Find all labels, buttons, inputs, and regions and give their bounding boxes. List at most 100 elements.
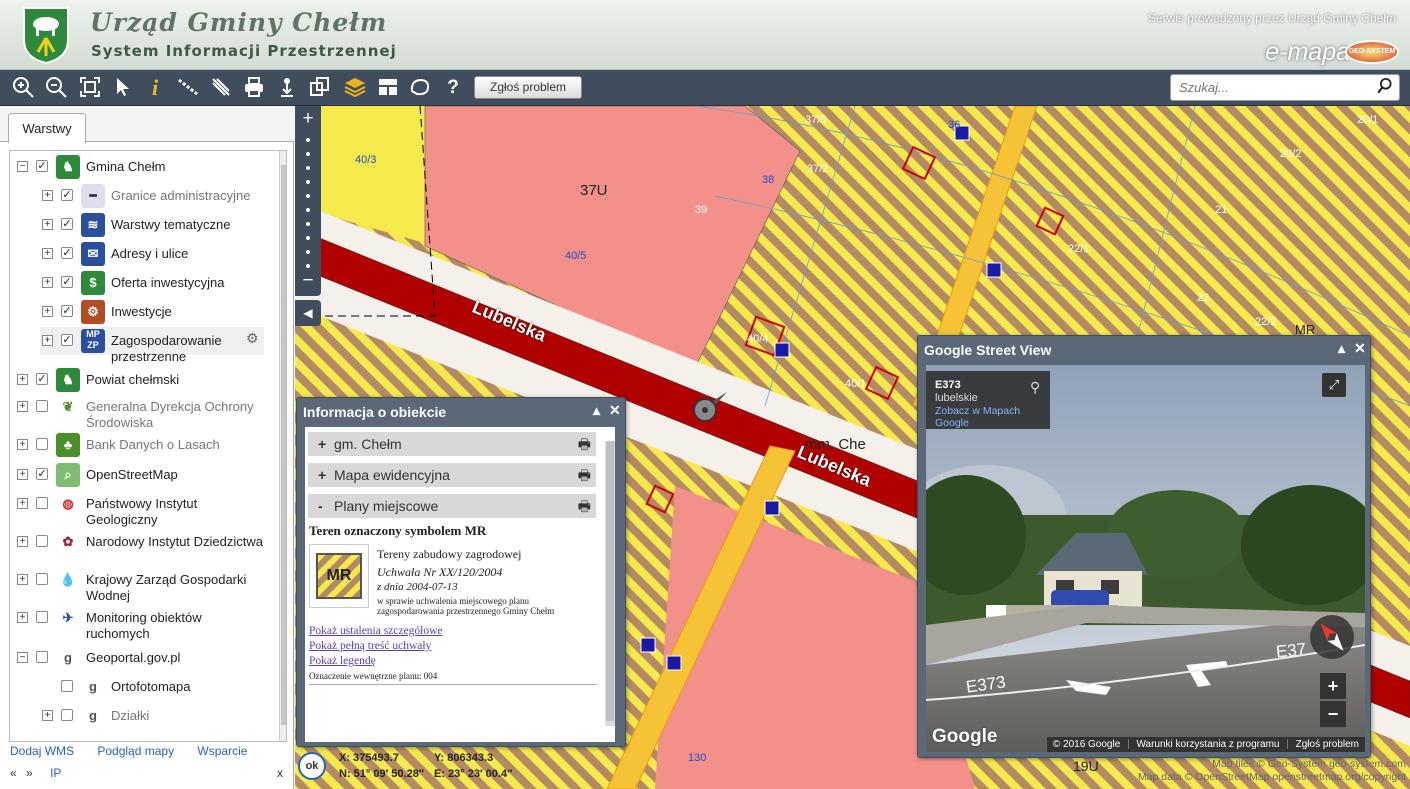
fullscreen-icon[interactable]: ⤢ [1322,373,1346,397]
zoom-levels[interactable] [295,138,321,268]
print-icon[interactable]: 🖶 [578,494,591,518]
tab-warstwy[interactable]: Warstwy [8,113,86,143]
layer-checkbox[interactable] [61,709,73,721]
layer-checkbox[interactable]: ✓ [36,160,48,172]
minimize-icon[interactable]: ▴ [593,402,600,419]
layer-row[interactable]: + g Działki [10,702,270,730]
sv-zoom-out-button[interactable]: − [1320,701,1346,727]
identify-icon[interactable] [274,75,300,101]
measure-distance-icon[interactable] [175,75,201,101]
print-icon[interactable] [241,75,267,101]
layer-checkbox[interactable]: ✓ [61,334,73,346]
expand-toggle[interactable]: + [17,536,28,547]
layer-row[interactable]: − g Geoportal.gov.pl [10,644,270,672]
layer-checkbox[interactable] [61,680,73,692]
ok-button[interactable]: ok [298,752,326,780]
terms-link[interactable]: Warunki korzystania z programu [1136,739,1279,750]
layer-row[interactable]: + ◍ Państwowy Instytut Geologiczny [10,490,270,527]
street-view-image[interactable]: E373 lubelskie Zobacz w Mapach Google ⚲ … [926,365,1365,752]
ip-link[interactable]: IP [50,766,61,780]
zoom-in-icon[interactable] [10,75,36,101]
search-icon[interactable] [1376,77,1394,100]
layer-checkbox[interactable]: ✓ [36,468,48,480]
expand-toggle[interactable]: + [42,335,53,346]
print-icon[interactable]: 🖶 [578,463,591,487]
add-wms-link[interactable]: Dodaj WMS [10,744,74,758]
expand-toggle[interactable]: + [42,190,53,201]
layer-checkbox[interactable]: ✓ [61,276,73,288]
report-link[interactable]: Zgłoś problem [1296,739,1359,750]
collapse-sidebar-button[interactable]: ◀ [295,300,321,326]
layout-icon[interactable] [375,75,401,101]
pointer-icon[interactable] [110,75,136,101]
layer-checkbox[interactable]: ✓ [61,189,73,201]
close-icon[interactable]: ✕ [609,402,621,419]
layer-row[interactable]: + ❦ Generalna Dyrekcja Ochrony Środowiska [10,393,270,430]
expand-toggle[interactable]: + [42,710,53,721]
layer-row[interactable]: + ✓ $ Oferta inwestycyjna [10,269,270,297]
geo-system-badge[interactable]: GEO-SYSTEM [1345,40,1399,64]
print-icon[interactable]: 🖶 [578,432,591,456]
minimize-icon[interactable]: ▴ [1338,340,1345,357]
map-pin-icon[interactable]: ⚲ [1030,379,1040,396]
tiles-copyright[interactable]: Map tiles © Geo-System geo-system.com [1138,758,1406,771]
expand-toggle[interactable]: + [42,219,53,230]
draw-icon[interactable] [407,75,433,101]
layer-checkbox[interactable]: ✓ [61,218,73,230]
expand-toggle[interactable]: + [17,498,28,509]
layer-row[interactable]: + ✿ Narodowy Instytut Dziedzictwa [10,528,270,556]
layer-row[interactable]: + ✓ ⚙ Inwestycje [10,298,270,326]
expand-toggle[interactable]: + [17,469,28,480]
compass-icon[interactable] [1309,615,1355,661]
data-copyright[interactable]: Map data © OpenStreetMap openstreetmap.o… [1138,771,1406,784]
info-scrollbar[interactable] [605,441,615,726]
layer-checkbox[interactable] [36,611,48,623]
measure-area-icon[interactable] [208,75,234,101]
sv-zoom-in-button[interactable]: + [1320,673,1346,699]
close-icon[interactable]: ✕ [1354,340,1366,357]
layer-row[interactable]: + ✈ Monitoring obiektów ruchomych [10,604,270,641]
layer-checkbox[interactable] [36,535,48,547]
sidebar-close-button[interactable]: x [277,766,283,780]
layer-checkbox[interactable] [36,651,48,663]
layer-row[interactable]: + ✓ ♞ Powiat chełmski [10,366,270,394]
zoom-extent-icon[interactable] [77,75,103,101]
expand-toggle[interactable]: + [42,306,53,317]
layer-row[interactable]: + ♣ Bank Danych o Lasach [10,431,270,459]
expand-toggle[interactable]: − [17,161,28,172]
prev-nav[interactable]: « [10,766,17,780]
map-preview-link[interactable]: Podgląd mapy [97,744,174,758]
layer-checkbox[interactable] [36,400,48,412]
layer-checkbox[interactable]: ✓ [61,247,73,259]
layer-checkbox[interactable] [36,497,48,509]
expand-toggle[interactable]: + [42,277,53,288]
scrollbar-thumb[interactable] [281,165,286,725]
layer-row[interactable]: + ✓ ✉ Adresy i ulice [10,240,270,268]
section-gm-chelm[interactable]: + gm. Chełm 🖶 [308,432,596,456]
map-zoom-out-button[interactable]: − [295,270,321,292]
show-resolution-link[interactable]: Pokaż pełną treść uchwały [309,640,431,652]
expand-toggle[interactable]: + [17,574,28,585]
next-nav[interactable]: » [26,766,33,780]
layer-row[interactable]: + ✓ ⌕ OpenStreetMap [10,461,270,489]
report-problem-button[interactable]: Zgłoś problem [474,76,582,99]
open-in-maps-link[interactable]: Zobacz w Mapach Google [935,405,1031,429]
show-legend-link[interactable]: Pokaż legendę [309,655,376,667]
expand-toggle[interactable]: + [17,374,28,385]
copy-icon[interactable] [307,75,333,101]
layer-checkbox[interactable] [36,438,48,450]
search-input[interactable] [1171,75,1361,100]
map-zoom-in-button[interactable]: + [295,108,321,130]
layer-row[interactable]: + 💧 Krajowy Zarząd Gospodarki Wodnej [10,566,270,603]
layer-row[interactable]: + ✓ MP ZP Zagospodarowanie przestrzenne ⚙ [40,327,264,364]
expand-toggle[interactable]: + [17,439,28,450]
layer-checkbox[interactable]: ✓ [36,373,48,385]
layers-icon[interactable] [342,75,368,101]
zoom-out-icon[interactable] [43,75,69,101]
layer-row[interactable]: + ✓ ≋ Warstwy tematyczne [10,211,270,239]
show-details-link[interactable]: Pokaż ustalenia szczegółowe [309,625,442,637]
section-plany-miejscowe[interactable]: - Plany miejscowe 🖶 [308,494,596,518]
support-link[interactable]: Wsparcie [197,744,247,758]
expand-toggle[interactable]: + [17,612,28,623]
expand-toggle[interactable]: + [42,248,53,259]
